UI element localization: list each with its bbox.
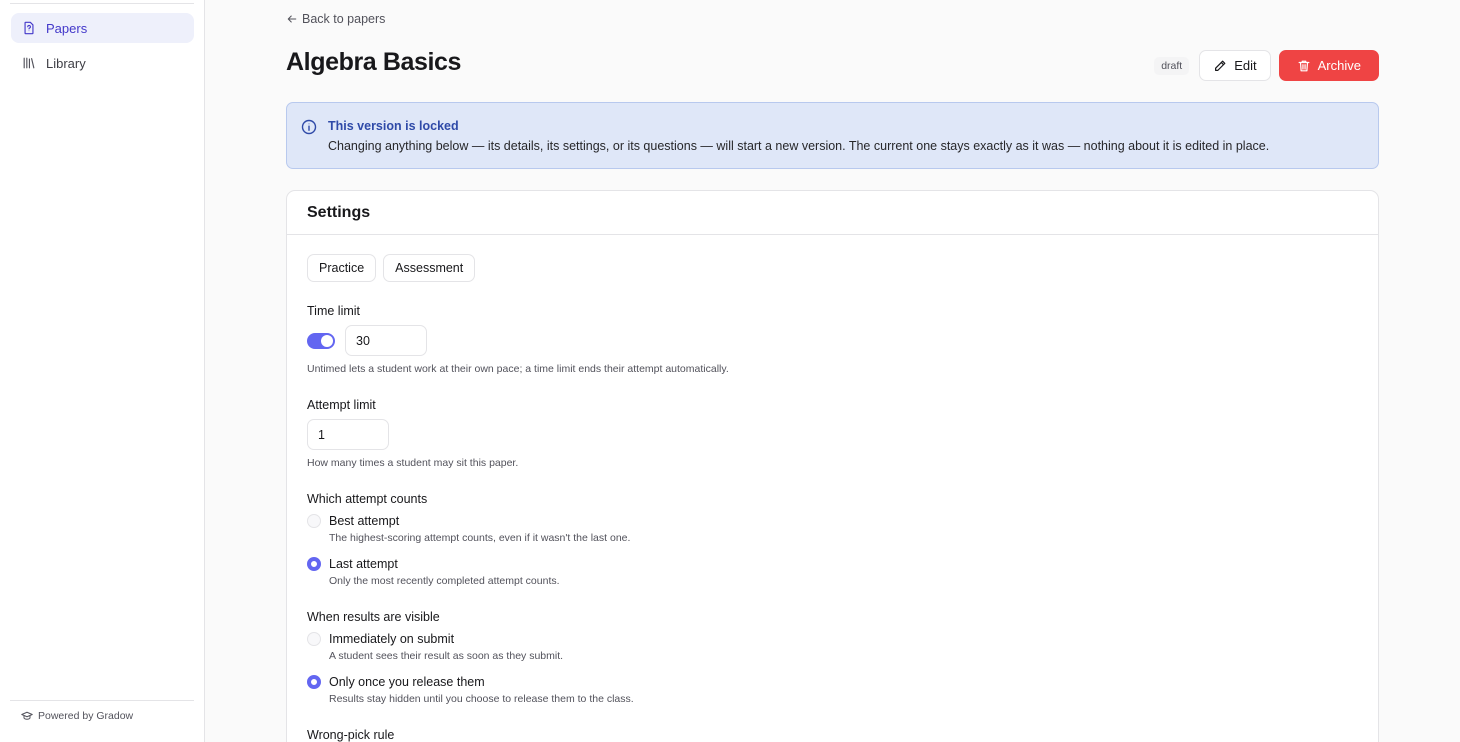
sidebar: Papers Library Powered by Gradow (0, 0, 205, 742)
powered-by-text: Powered by Gradow (38, 710, 134, 722)
preset-assessment-button[interactable]: Assessment (383, 254, 476, 282)
toggle-knob (321, 335, 333, 347)
back-link[interactable]: Back to papers (286, 12, 385, 26)
sidebar-item-library[interactable]: Library (11, 48, 194, 78)
graduation-cap-icon (21, 711, 33, 720)
attempt-limit-input[interactable] (307, 419, 389, 450)
locked-alert: This version is locked Changing anything… (286, 102, 1379, 169)
last-attempt-radio[interactable] (307, 557, 321, 571)
time-limit-input[interactable] (345, 325, 427, 356)
pencil-icon (1215, 60, 1226, 71)
sidebar-item-papers[interactable]: Papers (11, 13, 194, 43)
immediately-radio[interactable] (307, 632, 321, 646)
sidebar-top-divider (10, 3, 194, 4)
immediately-hint: A student sees their result as soon as t… (329, 650, 564, 662)
time-limit-hint: Untimed lets a student work at their own… (307, 363, 729, 375)
settings-card-header: Settings (287, 191, 1378, 235)
page-title: Algebra Basics (286, 48, 462, 76)
status-badge: draft (1154, 56, 1190, 75)
preset-practice-button[interactable]: Practice (307, 254, 377, 282)
wrong-pick-label: Wrong-pick rule (307, 728, 395, 742)
main-content: Back to papers Algebra Basics draft Edit… (286, 0, 1379, 742)
sidebar-item-label: Papers (46, 20, 88, 36)
last-attempt-hint: Only the most recently completed attempt… (329, 575, 560, 587)
back-link-label: Back to papers (302, 12, 386, 26)
release-hint: Results stay hidden until you choose to … (329, 693, 634, 705)
header-actions: draft Edit Archive (1154, 50, 1379, 81)
settings-title: Settings (307, 204, 371, 221)
best-attempt-hint: The highest-scoring attempt counts, even… (329, 532, 631, 544)
powered-by: Powered by Gradow (21, 710, 133, 722)
release-label: Only once you release them (329, 675, 485, 689)
results-visible-label: When results are visible (307, 610, 440, 624)
preset-buttons: Practice Assessment (307, 254, 476, 282)
arrow-left-icon (287, 15, 297, 23)
alert-body: Changing anything below — its details, i… (328, 139, 1270, 153)
time-limit-label: Time limit (307, 304, 361, 318)
file-question-icon (24, 21, 34, 35)
attempt-counts-label: Which attempt counts (307, 492, 428, 506)
sidebar-bottom-divider (10, 700, 194, 701)
archive-button[interactable]: Archive (1278, 50, 1379, 81)
immediately-label: Immediately on submit (329, 632, 455, 646)
time-limit-toggle[interactable] (307, 333, 335, 349)
edit-button-label: Edit (1234, 58, 1257, 73)
sidebar-item-label: Library (46, 55, 86, 71)
edit-button[interactable]: Edit (1199, 50, 1271, 81)
archive-button-label: Archive (1317, 58, 1361, 73)
alert-title: This version is locked (328, 119, 459, 133)
attempt-limit-label: Attempt limit (307, 398, 376, 412)
best-attempt-label: Best attempt (329, 514, 400, 528)
info-icon (301, 119, 317, 135)
attempt-limit-hint: How many times a student may sit this pa… (307, 457, 519, 469)
settings-card: Settings Practice Assessment Time limit … (286, 190, 1379, 742)
library-icon (23, 57, 35, 69)
last-attempt-label: Last attempt (329, 557, 398, 571)
release-radio[interactable] (307, 675, 321, 689)
best-attempt-radio[interactable] (307, 514, 321, 528)
trash-icon (1298, 60, 1310, 71)
